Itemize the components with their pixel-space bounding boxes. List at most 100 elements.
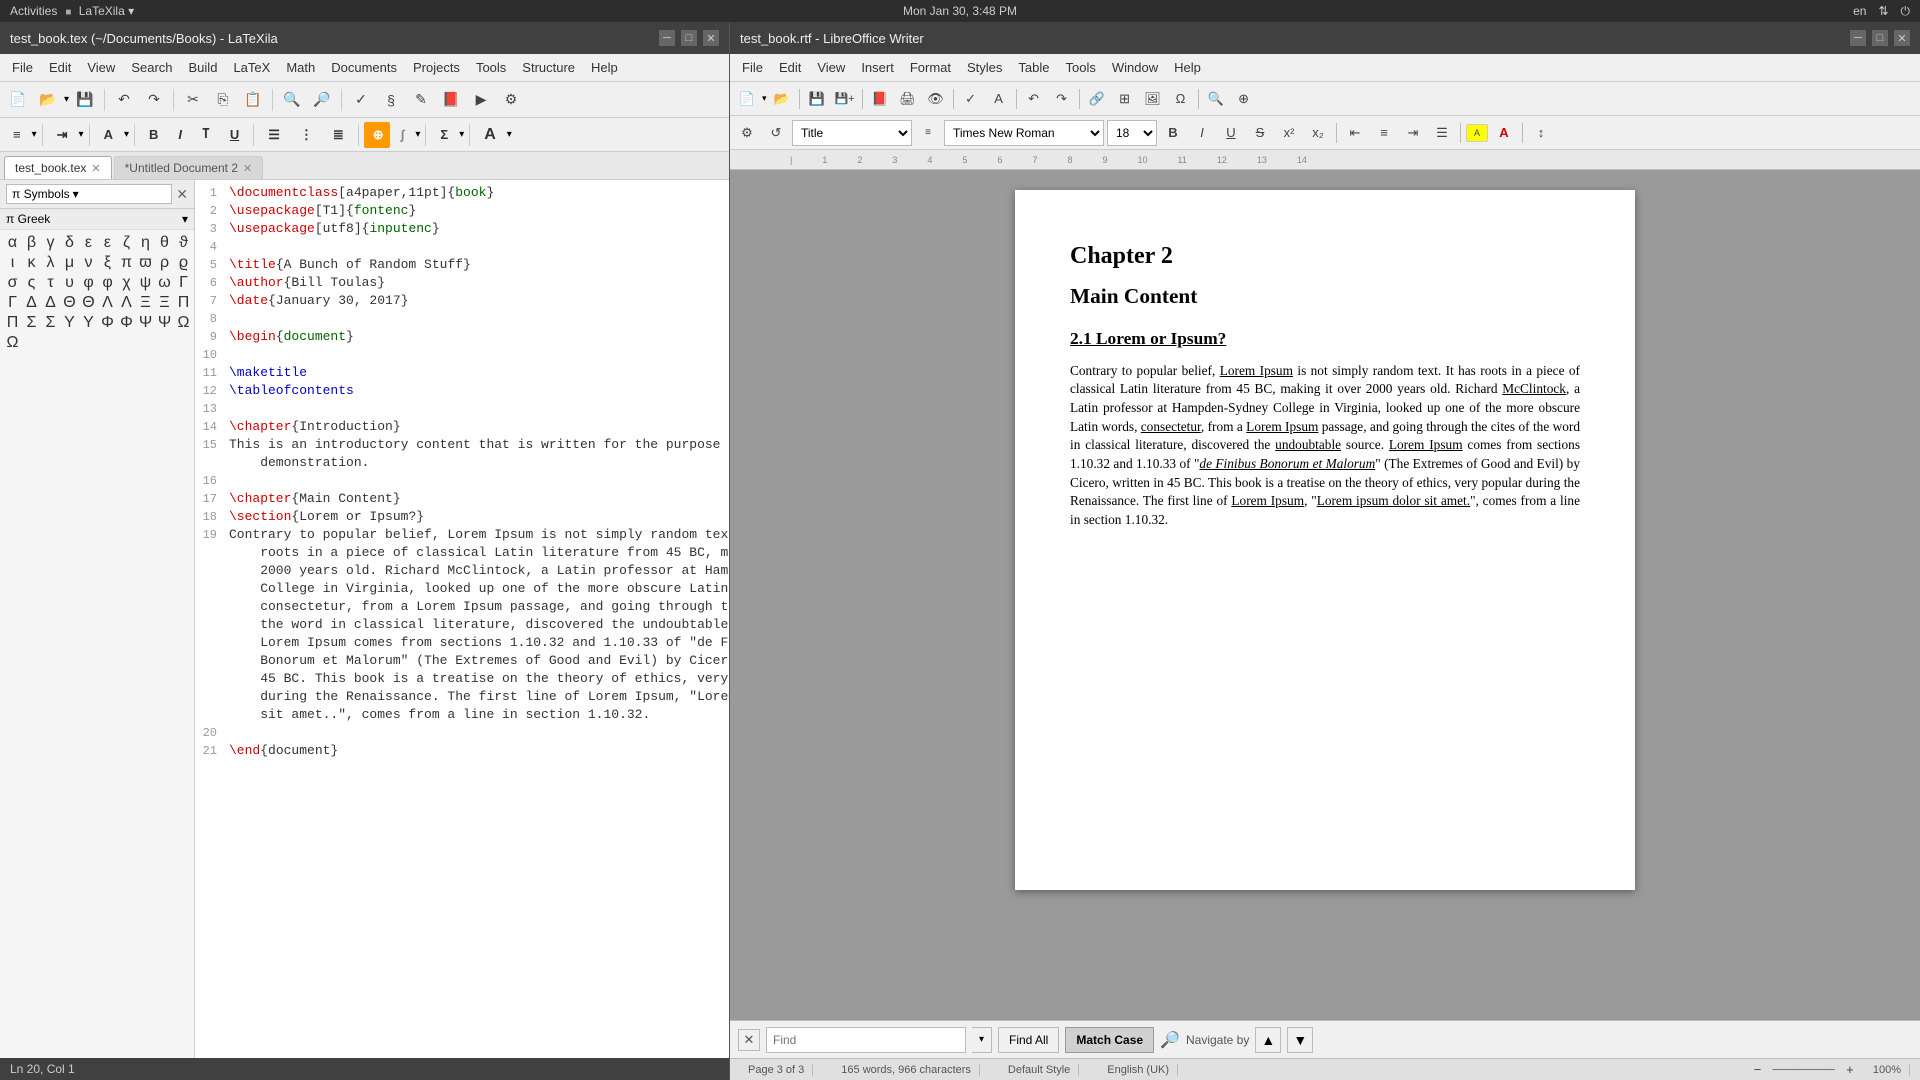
open-file-btn[interactable]: 📂 <box>34 86 62 114</box>
writer-pdf-btn[interactable]: 📕 <box>867 86 893 112</box>
writer-underline-btn[interactable]: U <box>1218 120 1244 146</box>
menu-file[interactable]: File <box>4 56 41 79</box>
app-menu-arrow[interactable]: ▾ <box>128 4 134 18</box>
writer-open-btn[interactable]: 📂 <box>769 86 795 112</box>
zoom-out-btn[interactable]: − <box>1748 1060 1768 1080</box>
greek-upsilon[interactable]: υ <box>61 274 78 292</box>
greek-psi[interactable]: ψ <box>137 274 154 292</box>
tab-close-2[interactable]: ✕ <box>243 162 252 175</box>
symbols-close-btn[interactable]: ✕ <box>176 186 188 203</box>
new-file-btn[interactable]: 📄 <box>4 86 32 114</box>
writer-table-btn[interactable]: ⊞ <box>1112 86 1138 112</box>
greek-varsigma[interactable]: ς <box>23 274 40 292</box>
writer-content-area[interactable]: Chapter 2 Main Content 2.1 Lorem or Ipsu… <box>730 170 1920 1020</box>
menu-search[interactable]: Search <box>123 56 180 79</box>
open-dropdown[interactable]: ▾ <box>64 94 69 105</box>
tab-close-1[interactable]: ✕ <box>91 162 100 175</box>
greek-theta[interactable]: θ <box>156 234 173 252</box>
greek-Omega2[interactable]: Ω <box>4 334 21 352</box>
greek-Phi2[interactable]: Φ <box>118 314 135 332</box>
ref-btn[interactable]: § <box>377 86 405 114</box>
format-align-left[interactable]: ≡ <box>4 122 30 148</box>
enum-btn[interactable]: ⋮ <box>291 122 322 148</box>
writer-spellcheck-btn[interactable]: ✓ <box>958 86 984 112</box>
greek-iota[interactable]: ι <box>4 254 21 272</box>
greek-Gamma2[interactable]: Γ <box>4 294 21 312</box>
search-btn[interactable]: 🔍 <box>278 86 306 114</box>
greek-eta[interactable]: η <box>137 234 154 252</box>
greek-sigma[interactable]: σ <box>4 274 21 292</box>
menu-documents[interactable]: Documents <box>323 56 405 79</box>
menu-view[interactable]: View <box>79 56 123 79</box>
save-btn[interactable]: 💾 <box>71 86 99 114</box>
greek-Omega[interactable]: Ω <box>175 314 192 332</box>
menu-help[interactable]: Help <box>583 56 626 79</box>
greek-lambda[interactable]: λ <box>42 254 59 272</box>
greek-varpi[interactable]: ϖ <box>137 254 154 272</box>
writer-menu-styles[interactable]: Styles <box>959 56 1010 79</box>
cut-btn[interactable]: ✂ <box>179 86 207 114</box>
greek-Phi[interactable]: Φ <box>99 314 116 332</box>
nav-up-btn[interactable]: ▲ <box>1255 1027 1281 1053</box>
greek-delta[interactable]: δ <box>61 234 78 252</box>
zoom-in-btn[interactable]: + <box>1840 1060 1860 1080</box>
italic-btn[interactable]: I <box>169 122 191 148</box>
greek-Pi2[interactable]: Π <box>4 314 21 332</box>
menu-structure[interactable]: Structure <box>514 56 583 79</box>
greek-varphi[interactable]: φ <box>99 274 116 292</box>
greek-xi[interactable]: ξ <box>99 254 116 272</box>
greek-Upsilon[interactable]: Υ <box>61 314 78 332</box>
menu-latex[interactable]: LaTeX <box>225 56 278 79</box>
list-btn[interactable]: ☰ <box>259 122 289 148</box>
writer-minimize-btn[interactable]: ─ <box>1850 30 1866 46</box>
copy-btn[interactable]: ⎘ <box>209 86 237 114</box>
symbols-dropdown[interactable]: π Symbols ▾ <box>6 184 172 204</box>
greek-chi[interactable]: χ <box>118 274 135 292</box>
close-button[interactable]: ✕ <box>703 30 719 46</box>
greek-mu[interactable]: μ <box>61 254 78 272</box>
greek-nu[interactable]: ν <box>80 254 97 272</box>
match-case-btn[interactable]: Match Case <box>1065 1027 1154 1053</box>
menu-edit[interactable]: Edit <box>41 56 79 79</box>
greek-Sigma2[interactable]: Σ <box>42 314 59 332</box>
find-input[interactable] <box>766 1027 966 1053</box>
writer-menu-insert[interactable]: Insert <box>853 56 902 79</box>
find-all-btn[interactable]: Find All <box>998 1027 1059 1053</box>
maximize-button[interactable]: □ <box>681 30 697 46</box>
greek-rho[interactable]: ρ <box>156 254 173 272</box>
typewriter-btn[interactable]: T <box>193 122 219 148</box>
writer-menu-tools[interactable]: Tools <box>1057 56 1103 79</box>
greek-varrho[interactable]: ϱ <box>175 254 192 272</box>
styles-refresh-btn[interactable]: ↺ <box>763 120 789 146</box>
font-dropdown[interactable]: Times New Roman <box>944 120 1104 146</box>
menu-math[interactable]: Math <box>278 56 323 79</box>
code-editor[interactable]: 1 \documentclass[a4paper,11pt]{book} 2 \… <box>195 180 729 1058</box>
spellcheck-btn[interactable]: ✓ <box>347 86 375 114</box>
build-btn[interactable]: ⚙ <box>497 86 525 114</box>
find-close-btn[interactable]: ✕ <box>738 1029 760 1051</box>
greek-kappa[interactable]: κ <box>23 254 40 272</box>
writer-close-btn[interactable]: ✕ <box>1894 30 1910 46</box>
styles-settings-btn[interactable]: ⚙ <box>734 120 760 146</box>
writer-superscript-btn[interactable]: x² <box>1276 120 1302 146</box>
writer-maximize-btn[interactable]: □ <box>1872 30 1888 46</box>
writer-menu-format[interactable]: Format <box>902 56 959 79</box>
nav-down-btn[interactable]: ▼ <box>1287 1027 1313 1053</box>
greek-Theta[interactable]: Θ <box>61 294 78 312</box>
greek-Lambda2[interactable]: Λ <box>118 294 135 312</box>
cite-btn[interactable]: ✎ <box>407 86 435 114</box>
menu-tools[interactable]: Tools <box>468 56 514 79</box>
greek-varepsilon[interactable]: ε <box>99 234 116 252</box>
writer-fontcolor-btn[interactable]: A <box>1491 120 1517 146</box>
greek-Gamma[interactable]: Γ <box>175 274 192 292</box>
style-dropdown[interactable]: Title Heading 1 Heading 2 Default Paragr… <box>792 120 912 146</box>
writer-align-center-btn[interactable]: ≡ <box>1371 120 1397 146</box>
writer-menu-file[interactable]: File <box>734 56 771 79</box>
size-dropdown[interactable]: 18 <box>1107 120 1157 146</box>
greek-Sigma[interactable]: Σ <box>23 314 40 332</box>
writer-menu-help[interactable]: Help <box>1166 56 1209 79</box>
greek-vartheta[interactable]: ϑ <box>175 234 192 252</box>
menu-build[interactable]: Build <box>181 56 226 79</box>
new-dropdown-arrow[interactable]: ▾ <box>762 93 767 104</box>
writer-linespacing-btn[interactable]: ↕ <box>1528 120 1554 146</box>
